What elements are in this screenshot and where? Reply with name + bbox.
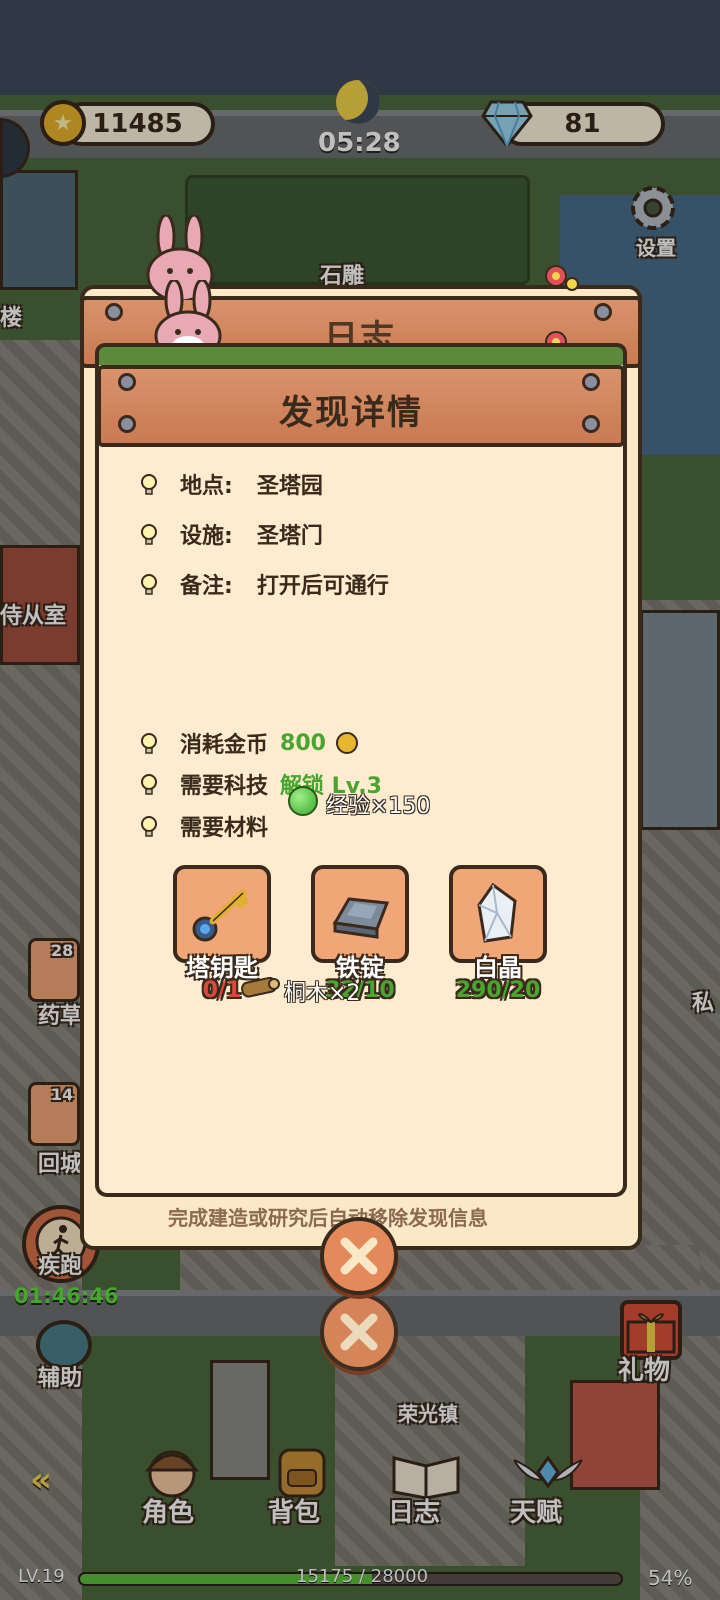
info-row-facility: 设施: 圣塔门	[136, 518, 323, 550]
material-label: 需要材料	[180, 816, 269, 841]
lightbulb-icon	[136, 571, 162, 597]
lightbulb-icon	[136, 813, 162, 839]
bolt	[118, 415, 136, 433]
close-icon	[340, 1313, 378, 1351]
bolt	[582, 373, 600, 391]
info-row-note: 备注: 打开后可通行	[136, 568, 389, 600]
lightbulb-icon	[136, 471, 162, 497]
info-label: 备注:	[180, 574, 233, 599]
exp-orb-icon	[288, 786, 318, 816]
info-label: 设施:	[180, 524, 233, 549]
exp-reward-text: 经验×150	[326, 794, 431, 819]
discovery-title: 发现详情	[279, 393, 423, 433]
key-icon	[192, 889, 249, 942]
wood-drop-text: 桐木×2	[284, 981, 361, 1006]
bolt	[118, 373, 136, 391]
cost-label: 消耗金币	[180, 733, 269, 758]
info-value: 打开后可通行	[256, 574, 389, 599]
bolt	[105, 303, 123, 321]
grass-trim	[95, 343, 627, 365]
flower-decoration	[540, 262, 580, 292]
discovery-title-plank: 发现详情	[97, 365, 625, 447]
white-crystal-icon	[477, 882, 517, 943]
lightbulb-icon	[136, 730, 162, 756]
cost-value: 800	[280, 730, 326, 756]
bolt	[582, 415, 600, 433]
info-value: 圣塔门	[256, 524, 323, 549]
info-row-location: 地点: 圣塔园	[136, 468, 323, 500]
tech-label: 需要科技	[180, 774, 269, 799]
requirement-coins: 消耗金币 800	[136, 727, 358, 759]
close-button[interactable]	[320, 1217, 398, 1295]
info-label: 地点:	[180, 474, 233, 499]
lightbulb-icon	[136, 771, 162, 797]
bolt	[594, 303, 612, 321]
coin-icon	[335, 732, 358, 754]
requirement-materials: 需要材料	[136, 810, 268, 842]
wood-log-icon	[238, 974, 282, 1000]
journal-footer-hint: 完成建造或研究后自动移除发现信息	[168, 1206, 488, 1230]
lightbulb-icon	[136, 521, 162, 547]
journal-close-button[interactable]	[320, 1293, 398, 1371]
info-value: 圣塔园	[256, 474, 323, 499]
iron-ingot-icon	[332, 897, 390, 939]
material-count: 290/20	[455, 978, 541, 1003]
close-icon	[340, 1237, 378, 1275]
